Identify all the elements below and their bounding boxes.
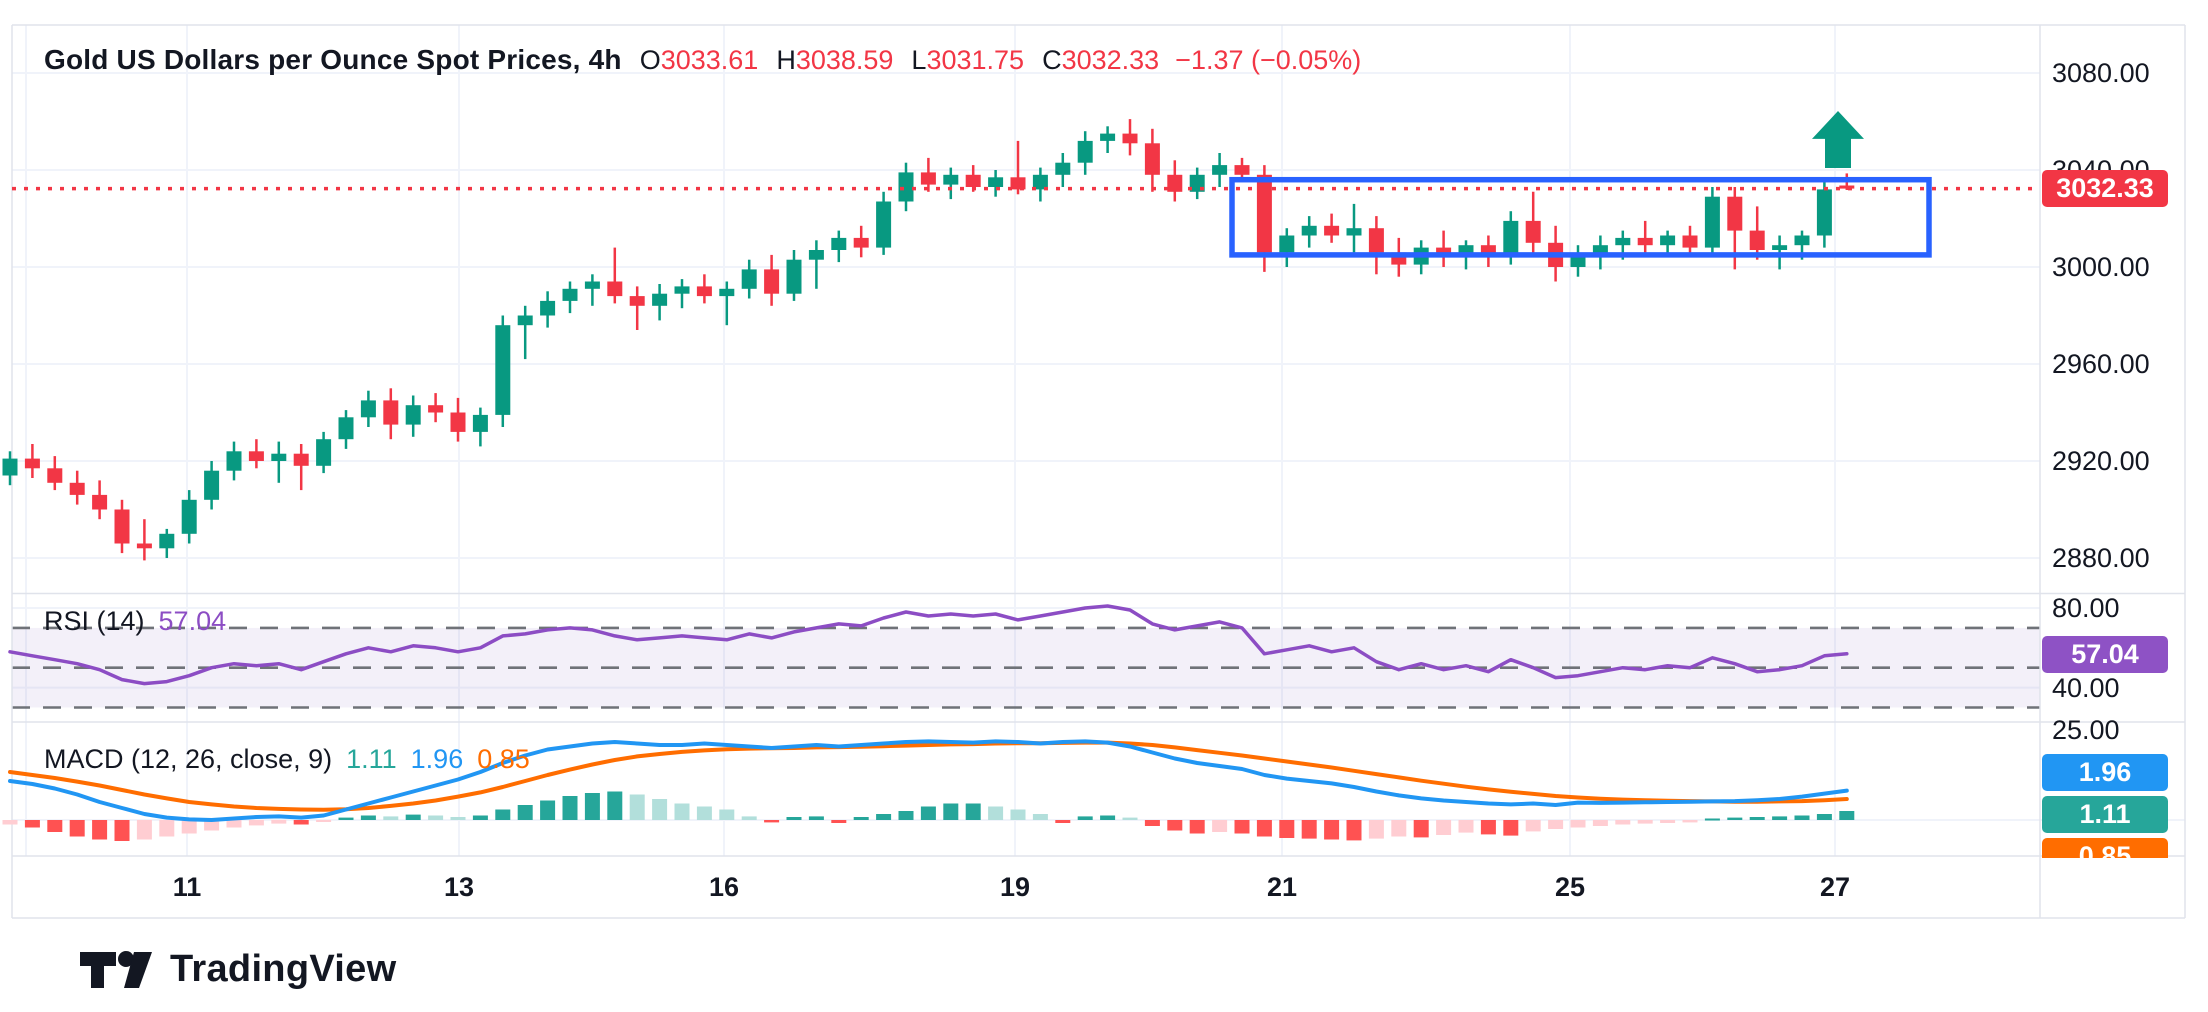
symbol-legend: Gold US Dollars per Ounce Spot Prices, 4… [44, 44, 1361, 76]
rsi-title: RSI (14) [44, 606, 145, 637]
time-tick: 11 [155, 872, 219, 903]
price-tick: 2960.00 [2052, 348, 2182, 380]
rsi-value-chip: 57.04 [2042, 636, 2168, 673]
ohlc-open: O3033.61 [640, 45, 759, 76]
time-tick: 21 [1250, 872, 1314, 903]
price-tick: 2920.00 [2052, 445, 2182, 477]
macd-signal-value: 0.85 [477, 744, 530, 775]
tradingview-logo-text: TradingView [170, 948, 396, 991]
time-tick: 25 [1538, 872, 1602, 903]
time-tick: 16 [692, 872, 756, 903]
ohlc-close: C3032.33 [1042, 45, 1159, 76]
symbol-title: Gold US Dollars per Ounce Spot Prices, 4… [44, 44, 622, 76]
tradingview-logo-icon [78, 949, 156, 991]
macd-legend: MACD (12, 26, close, 9) 1.11 1.96 0.85 [44, 744, 530, 775]
macd-hist-chip: 1.11 [2042, 796, 2168, 833]
macd-title: MACD (12, 26, close, 9) [44, 744, 332, 775]
macd-hist-value: 1.11 [346, 744, 397, 775]
price-tick: 3080.00 [2052, 57, 2182, 89]
tradingview-chart: Gold US Dollars per Ounce Spot Prices, 4… [0, 0, 2208, 1012]
rsi-legend: RSI (14) 57.04 [44, 606, 226, 637]
change-value: −1.37 (−0.05%) [1175, 45, 1361, 76]
price-tick: 2880.00 [2052, 542, 2182, 574]
up-arrow-drawing[interactable] [1812, 111, 1864, 168]
rsi-value: 57.04 [159, 606, 227, 637]
macd-signal-chip: 0.85 [2042, 838, 2168, 858]
rsi-tick: 80.00 [2052, 592, 2182, 624]
time-tick: 19 [983, 872, 1047, 903]
last-price-chip: 3032.33 [2042, 170, 2168, 207]
tradingview-logo[interactable]: TradingView [78, 948, 396, 991]
pane-borders [12, 25, 2185, 918]
macd-signal-chip-clipped: 0.85 [2042, 838, 2168, 858]
candles [3, 119, 1855, 560]
price-tick: 3000.00 [2052, 251, 2182, 283]
macd-line-chip: 1.96 [2042, 754, 2168, 791]
rsi-tick: 40.00 [2052, 672, 2182, 704]
ohlc-high: H3038.59 [776, 45, 893, 76]
rsi-band [12, 628, 2040, 708]
macd-line-value: 1.96 [411, 744, 464, 775]
time-tick: 27 [1803, 872, 1867, 903]
ohlc-low: L3031.75 [911, 45, 1024, 76]
gridlines [12, 25, 2185, 856]
time-tick: 13 [427, 872, 491, 903]
rsi-tick: 25.00 [2052, 714, 2182, 746]
